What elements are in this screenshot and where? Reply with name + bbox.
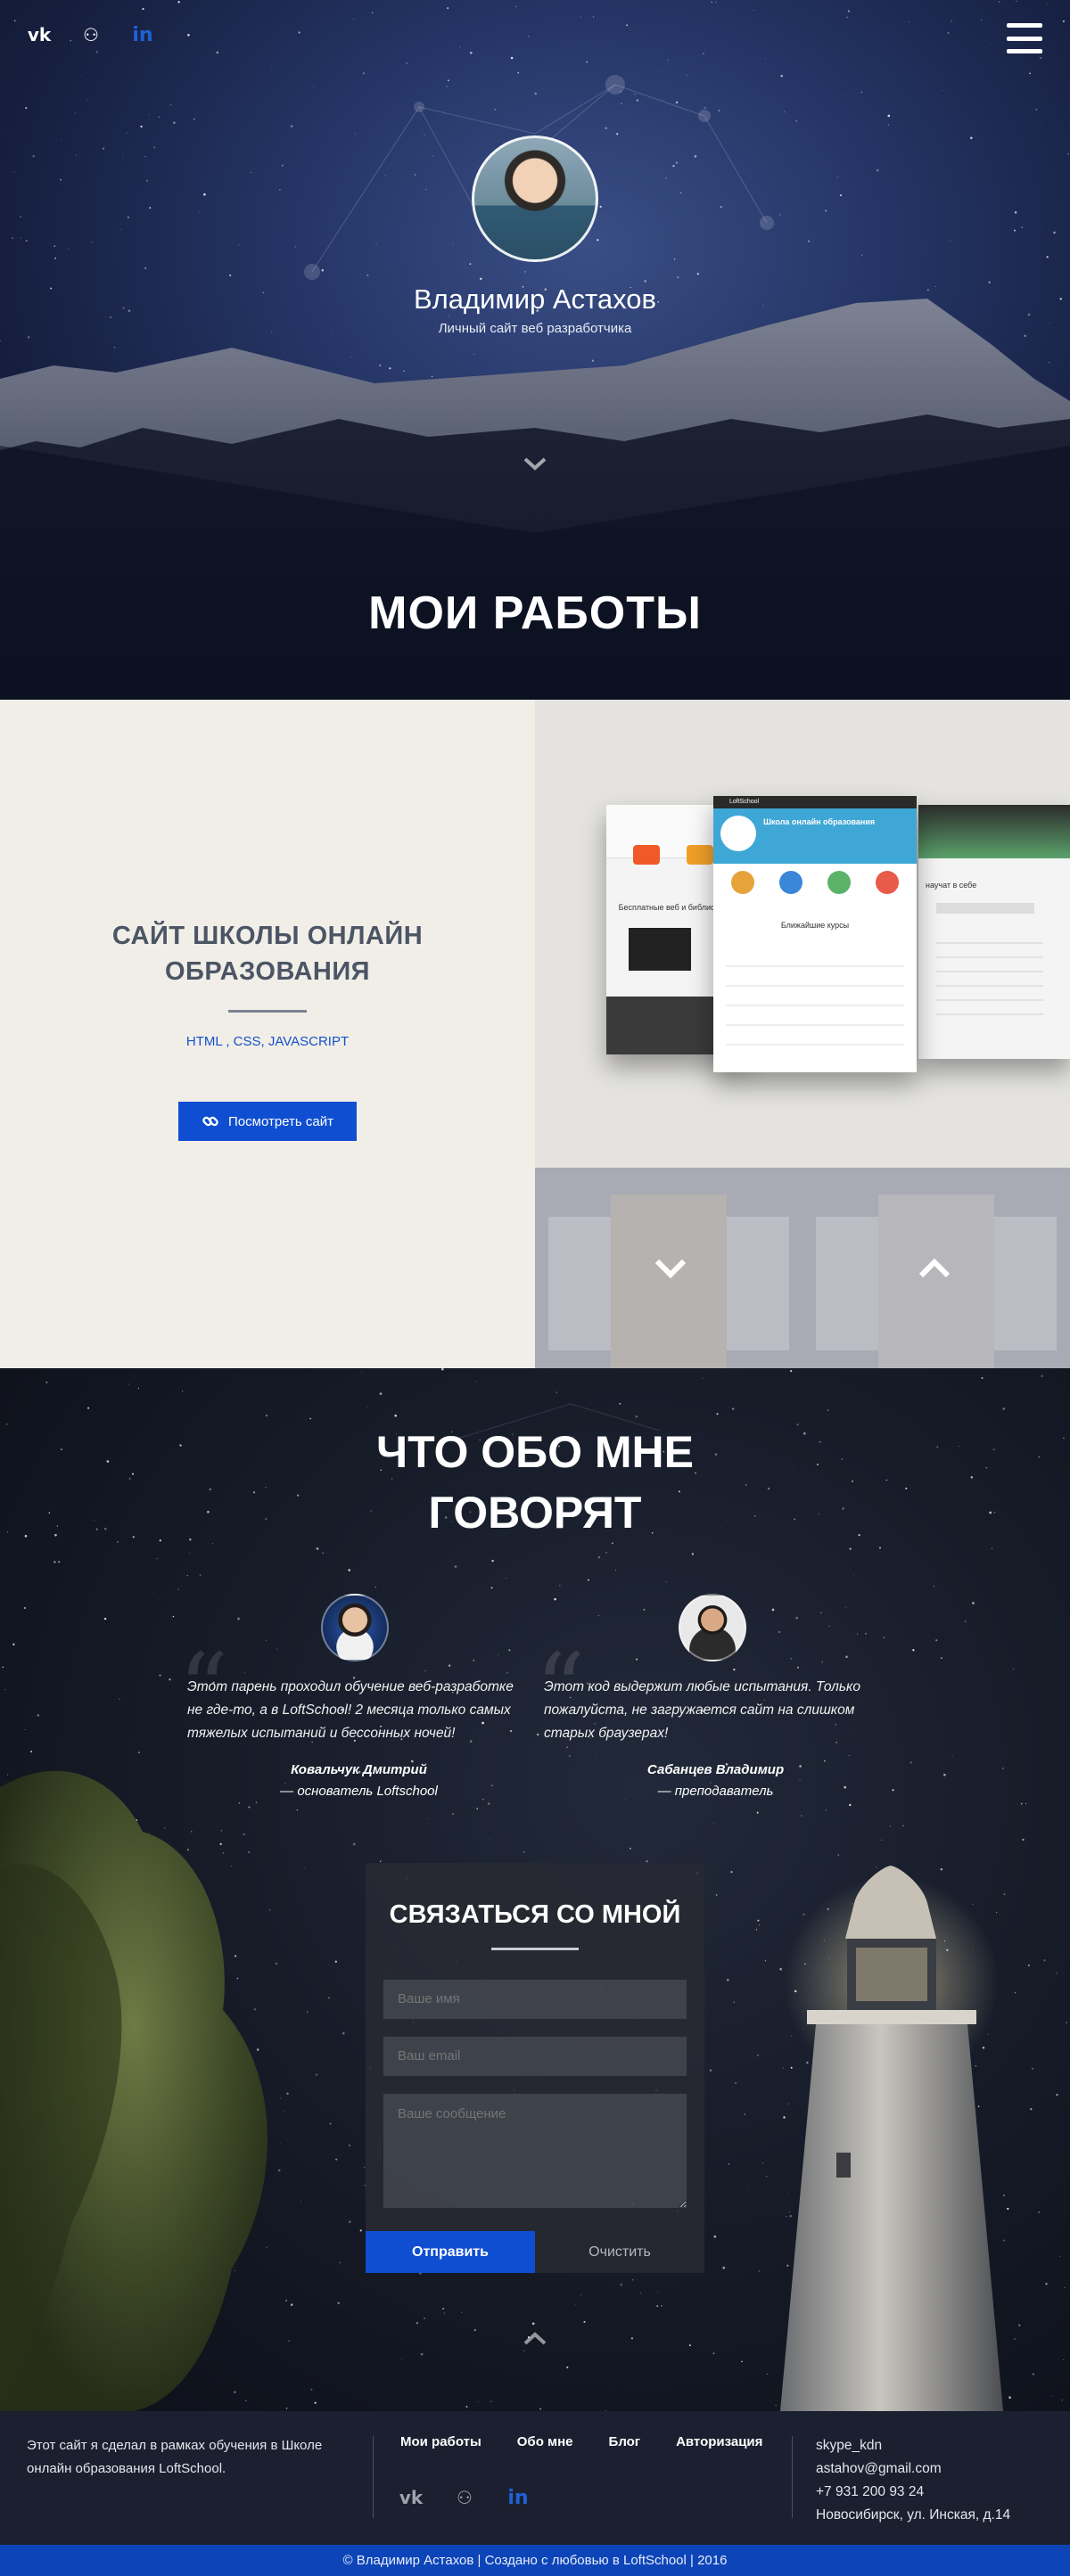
linkedin-icon[interactable]: in: [504, 2486, 532, 2509]
works-section-title: МОИ РАБОТЫ: [368, 587, 702, 639]
owner-subtitle: Личный сайт веб разработчика: [438, 321, 632, 336]
vk-icon[interactable]: vk: [25, 23, 54, 46]
mockup-hero: Школа онлайн образования: [713, 808, 917, 864]
chevron-up-icon[interactable]: [917, 1257, 952, 1280]
mockup-circle: [731, 871, 754, 894]
footer-email[interactable]: astahov@gmail.com: [816, 2457, 1010, 2481]
footer-phone: +7 931 200 93 24: [816, 2484, 925, 2499]
menu-icon[interactable]: [1007, 23, 1042, 53]
footer-socials: vk ⚇ in: [397, 2486, 532, 2509]
mockup-video: [629, 928, 691, 971]
header-socials: vk ⚇ in: [25, 23, 157, 46]
send-button[interactable]: Отправить: [366, 2231, 535, 2273]
footer-nav-about[interactable]: Обо мне: [517, 2434, 573, 2449]
testimonial-text: Этот код выдержит любые испытания. Тольк…: [544, 1679, 860, 1741]
menu-bar: [1007, 36, 1042, 41]
project-title-line2: ОБРАЗОВАНИЯ: [164, 957, 371, 986]
project-title: САЙТ ШКОЛЫ ОНЛАЙН ОБРАЗОВАНИЯ: [54, 918, 482, 989]
menu-bar: [1007, 23, 1042, 28]
mockup-right-hero: [918, 805, 1070, 858]
chevron-up-icon[interactable]: [522, 2329, 548, 2347]
email-input[interactable]: [383, 2037, 687, 2076]
mockup-right-title: научат в себе: [926, 881, 977, 890]
owner-name: Владимир Астахов: [413, 283, 657, 315]
github-icon[interactable]: ⚇: [77, 23, 105, 46]
footer-address: Новосибирск, ул. Инская, д.14: [816, 2507, 1011, 2523]
chevron-down-icon[interactable]: [522, 455, 548, 473]
menu-bar: [1007, 49, 1042, 53]
testimonial-author: Сабанцев Владимир: [646, 1762, 785, 1777]
avatar: [679, 1594, 746, 1661]
mockup-right: научат в себе: [918, 805, 1070, 1059]
copyright-bar: © Владимир Астахов | Создано с любовью в…: [0, 2545, 1070, 2576]
linkedin-icon[interactable]: in: [128, 23, 157, 46]
view-site-button[interactable]: Посмотреть сайт: [178, 1102, 357, 1141]
mockup-circle: [876, 871, 899, 894]
mockup-badge: [633, 845, 660, 865]
footer-nav-blog[interactable]: Блог: [609, 2434, 641, 2449]
hero-section: vk ⚇ in Владимир Астахов Личный сайт веб…: [0, 0, 1070, 700]
avatar: [472, 135, 598, 262]
testimonials-title-line1: ЧТО ОБО МНЕ: [376, 1427, 694, 1477]
footer-divider: [792, 2436, 793, 2518]
testimonial-text: Этот парень проходил обучение веб-разраб…: [187, 1679, 514, 1741]
testimonials-title: ЧТО ОБО МНЕ ГОВОРЯТ: [0, 1422, 1070, 1543]
testimonial-role: — основатель Loftschool: [280, 1784, 438, 1799]
footer-about: Этот сайт я сделал в рамках обучения в Ш…: [27, 2438, 323, 2476]
project-info: САЙТ ШКОЛЫ ОНЛАЙН ОБРАЗОВАНИЯ HTML , CSS…: [0, 700, 535, 1368]
mockup-logo: [720, 816, 756, 851]
footer-nav: Мои работы Обо мне Блог Авторизация: [400, 2434, 798, 2449]
message-input[interactable]: [383, 2094, 687, 2208]
mockup-front: LoftSchool Школа онлайн образования Ближ…: [713, 796, 917, 1072]
footer-contacts: skype_kdn astahov@gmail.com +7 931 200 9…: [816, 2434, 1010, 2527]
footer: Этот сайт я сделал в рамках обучения в Ш…: [0, 2411, 1070, 2545]
project-tech: HTML , CSS, JAVASCRIPT: [185, 1034, 350, 1049]
mockup-brand: LoftSchool: [713, 796, 917, 808]
testimonial-role: — преподаватель: [657, 1784, 774, 1799]
prev-project-thumb[interactable]: [535, 1168, 802, 1368]
divider: [228, 1010, 307, 1013]
mockup-hero-title: Школа онлайн образования: [763, 817, 876, 826]
contact-form: СВЯЗАТЬСЯ СО МНОЙ Отправить Очистить: [366, 1863, 704, 2273]
mockup-circle: [827, 871, 851, 894]
mockup-courses-title: Ближайшие курсы: [780, 921, 850, 930]
chevron-down-icon[interactable]: [653, 1257, 688, 1280]
testimonials-title-line2: ГОВОРЯТ: [428, 1488, 642, 1538]
project-preview: Бесплатные веб и библиотека к научат в с…: [535, 700, 1070, 1168]
mockup-course-list: [726, 948, 904, 1054]
footer-nav-auth[interactable]: Авторизация: [676, 2434, 762, 2449]
divider: [491, 1948, 579, 1950]
contact-title: СВЯЗАТЬСЯ СО МНОЙ: [389, 1900, 681, 1929]
project-title-line1: САЙТ ШКОЛЫ ОНЛАЙН: [111, 922, 424, 950]
name-input[interactable]: [383, 1980, 687, 2019]
next-project-thumb[interactable]: [802, 1168, 1070, 1368]
footer-divider: [373, 2436, 374, 2518]
avatar: [321, 1594, 389, 1661]
clear-button[interactable]: Очистить: [535, 2231, 704, 2273]
footer-nav-works[interactable]: Мои работы: [400, 2434, 482, 2449]
mockup-circles: [713, 864, 917, 901]
github-icon[interactable]: ⚇: [450, 2486, 479, 2509]
mockup-list: [936, 930, 1043, 1028]
footer-skype: skype_kdn: [816, 2438, 883, 2453]
works-section: САЙТ ШКОЛЫ ОНЛАЙН ОБРАЗОВАНИЯ HTML , CSS…: [0, 700, 1070, 1368]
view-site-label: Посмотреть сайт: [228, 1113, 333, 1129]
testimonial-author: Ковальчук Дмитрий: [291, 1762, 427, 1777]
testimonials-section: ЧТО ОБО МНЕ ГОВОРЯТ “ Этот парень проход…: [0, 1368, 1070, 2411]
mockup-circle: [779, 871, 802, 894]
mockup-bar: [936, 903, 1034, 914]
vk-icon[interactable]: vk: [397, 2486, 425, 2509]
mockup-badge: [687, 845, 713, 865]
link-icon: [202, 1116, 218, 1127]
